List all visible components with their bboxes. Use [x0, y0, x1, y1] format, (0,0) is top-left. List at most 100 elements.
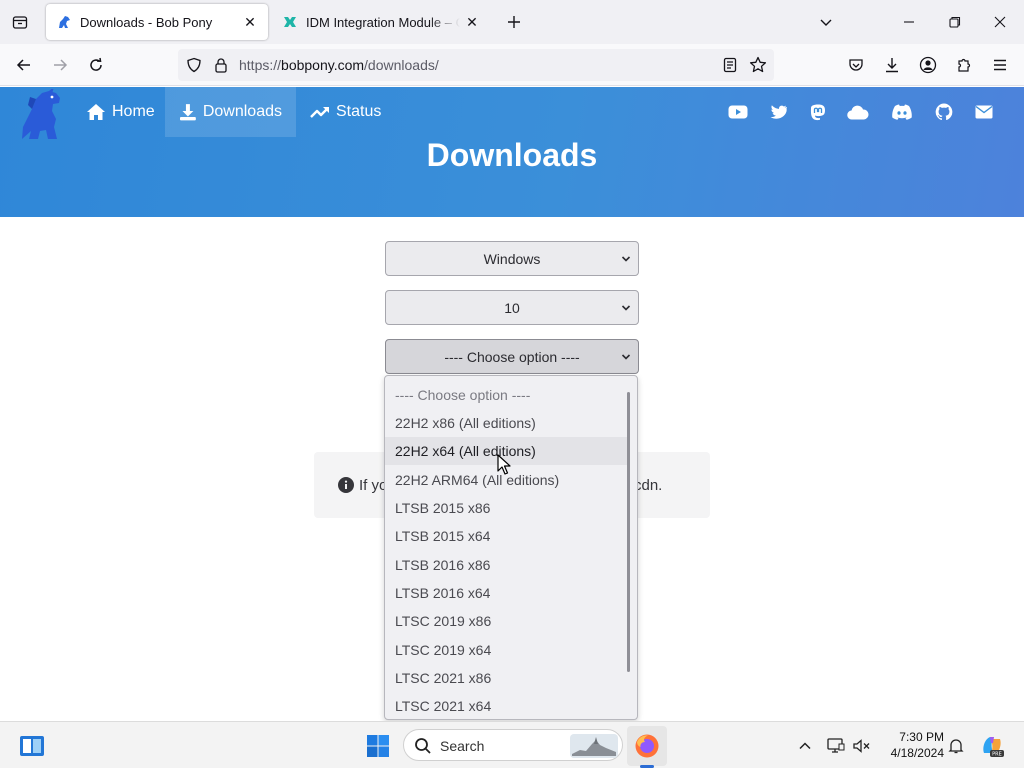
tab-idm-integration[interactable]: IDM Integration Module – Get the ✕ — [272, 4, 490, 40]
clock-date: 4/18/2024 — [890, 746, 944, 760]
chevron-down-icon — [621, 305, 631, 311]
account-button[interactable] — [914, 51, 942, 79]
dropdown-option[interactable]: LTSC 2021 x64 — [385, 692, 629, 719]
cloud-icon — [847, 105, 869, 120]
tab-strip: Downloads - Bob Pony ✕ IDM Integration M… — [0, 0, 1024, 44]
option-select[interactable]: ---- Choose option ---- — [385, 339, 639, 374]
home-icon — [87, 104, 105, 120]
reload-button[interactable] — [82, 51, 110, 79]
restore-icon — [949, 16, 961, 28]
version-select-value: 10 — [504, 299, 520, 316]
youtube-link[interactable] — [726, 100, 750, 124]
dropdown-option[interactable]: LTSC 2019 x64 — [385, 636, 629, 664]
os-select[interactable]: Windows — [385, 241, 639, 276]
minimize-button[interactable] — [895, 8, 923, 36]
taskbar: Search 7:30 PM 4/18/2024 PRE — [0, 721, 1024, 768]
pocket-icon — [849, 59, 863, 71]
svg-text:PRE: PRE — [992, 752, 1002, 758]
shield-icon[interactable] — [184, 55, 204, 75]
chevron-up-icon — [799, 742, 811, 750]
bob-pony-logo[interactable] — [16, 89, 68, 139]
firefox-taskbar-button[interactable] — [631, 730, 663, 762]
option-dropdown-list[interactable]: ---- Choose option ---- 22H2 x86 (All ed… — [384, 375, 638, 720]
start-button[interactable] — [362, 730, 394, 762]
back-button[interactable] — [10, 51, 38, 79]
dropdown-option[interactable]: 22H2 x86 (All editions) — [385, 409, 629, 437]
nav-status-label: Status — [336, 103, 382, 120]
site-header: Home Downloads Status Downloads — [0, 87, 1024, 217]
site-navbar: Home Downloads Status — [0, 87, 1024, 139]
nav-downloads[interactable]: Downloads — [165, 87, 296, 137]
dropdown-option[interactable]: LTSC 2019 x86 — [385, 607, 629, 635]
bob-pony-favicon-icon — [56, 14, 72, 30]
dropdown-option[interactable]: LTSB 2015 x64 — [385, 522, 629, 550]
clock-time: 7:30 PM — [899, 730, 944, 744]
tab-downloads-bob-pony[interactable]: Downloads - Bob Pony ✕ — [46, 4, 268, 40]
reload-icon — [90, 57, 102, 71]
plus-icon — [508, 16, 520, 28]
dropdown-option[interactable]: LTSB 2015 x86 — [385, 494, 629, 522]
tab-close-icon[interactable]: ✕ — [464, 14, 480, 30]
extensions-button[interactable] — [950, 51, 978, 79]
bookmark-star-icon[interactable] — [748, 55, 768, 75]
twitter-icon — [770, 104, 787, 119]
dropdown-scrollbar[interactable] — [627, 392, 630, 672]
discord-link[interactable] — [890, 100, 914, 124]
mouse-pointer-icon — [497, 454, 511, 475]
widgets-button[interactable] — [16, 730, 48, 762]
search-label: Search — [440, 738, 485, 754]
nav-status[interactable]: Status — [296, 87, 395, 137]
new-tab-button[interactable] — [503, 11, 525, 33]
chevron-down-icon — [820, 19, 832, 26]
list-all-tabs-button[interactable] — [812, 8, 840, 36]
address-bar[interactable]: https://bobpony.com/downloads/ — [178, 49, 774, 81]
nav-home[interactable]: Home — [72, 87, 169, 137]
dropdown-placeholder[interactable]: ---- Choose option ---- — [385, 381, 629, 409]
tab-list-button[interactable] — [8, 10, 32, 34]
tab-list-icon — [12, 16, 28, 29]
idm-favicon-icon — [282, 14, 298, 30]
system-clock[interactable]: 7:30 PM 4/18/2024 — [872, 729, 944, 761]
close-icon — [994, 16, 1006, 28]
minimize-icon — [904, 21, 914, 23]
account-icon — [919, 56, 937, 74]
url-text[interactable]: https://bobpony.com/downloads/ — [239, 57, 439, 73]
arrow-right-icon — [54, 59, 68, 71]
github-link[interactable] — [932, 100, 956, 124]
puzzle-icon — [958, 58, 971, 72]
info-icon — [338, 477, 354, 493]
hamburger-menu-icon — [994, 59, 1006, 71]
firefox-icon — [635, 734, 659, 758]
version-select[interactable]: 10 — [385, 290, 639, 325]
menu-button[interactable] — [986, 51, 1014, 79]
chevron-down-icon — [621, 256, 631, 262]
tab-close-icon[interactable]: ✕ — [242, 14, 258, 30]
notifications-button[interactable] — [940, 730, 972, 762]
close-window-button[interactable] — [986, 8, 1014, 36]
reader-view-icon[interactable] — [720, 55, 740, 75]
dropdown-option[interactable]: LTSC 2021 x86 — [385, 664, 629, 692]
discord-icon — [892, 104, 912, 120]
download-icon — [179, 104, 196, 121]
pocket-button[interactable] — [842, 51, 870, 79]
arrow-left-icon — [16, 59, 30, 71]
option-select-value: ---- Choose option ---- — [444, 348, 580, 365]
dropdown-option[interactable]: LTSB 2016 x86 — [385, 551, 629, 579]
copilot-button[interactable]: PRE — [976, 730, 1008, 762]
show-hidden-icons-button[interactable] — [789, 730, 821, 762]
dropdown-option[interactable]: LTSB 2016 x64 — [385, 579, 629, 607]
downloads-button[interactable] — [878, 51, 906, 79]
tab-title: Downloads - Bob Pony — [80, 14, 213, 30]
notice-text-end: cdn. — [634, 477, 663, 494]
cloud-link[interactable] — [846, 100, 870, 124]
twitter-link[interactable] — [766, 100, 790, 124]
mastodon-link[interactable] — [806, 100, 830, 124]
forward-button[interactable] — [46, 51, 74, 79]
url-path: /downloads/ — [364, 57, 439, 73]
page-title: Downloads — [426, 137, 598, 173]
youtube-icon — [728, 105, 748, 119]
restore-button[interactable] — [941, 8, 969, 36]
taskbar-search[interactable]: Search — [403, 729, 623, 761]
lock-icon[interactable] — [211, 55, 231, 75]
email-link[interactable] — [972, 100, 996, 124]
